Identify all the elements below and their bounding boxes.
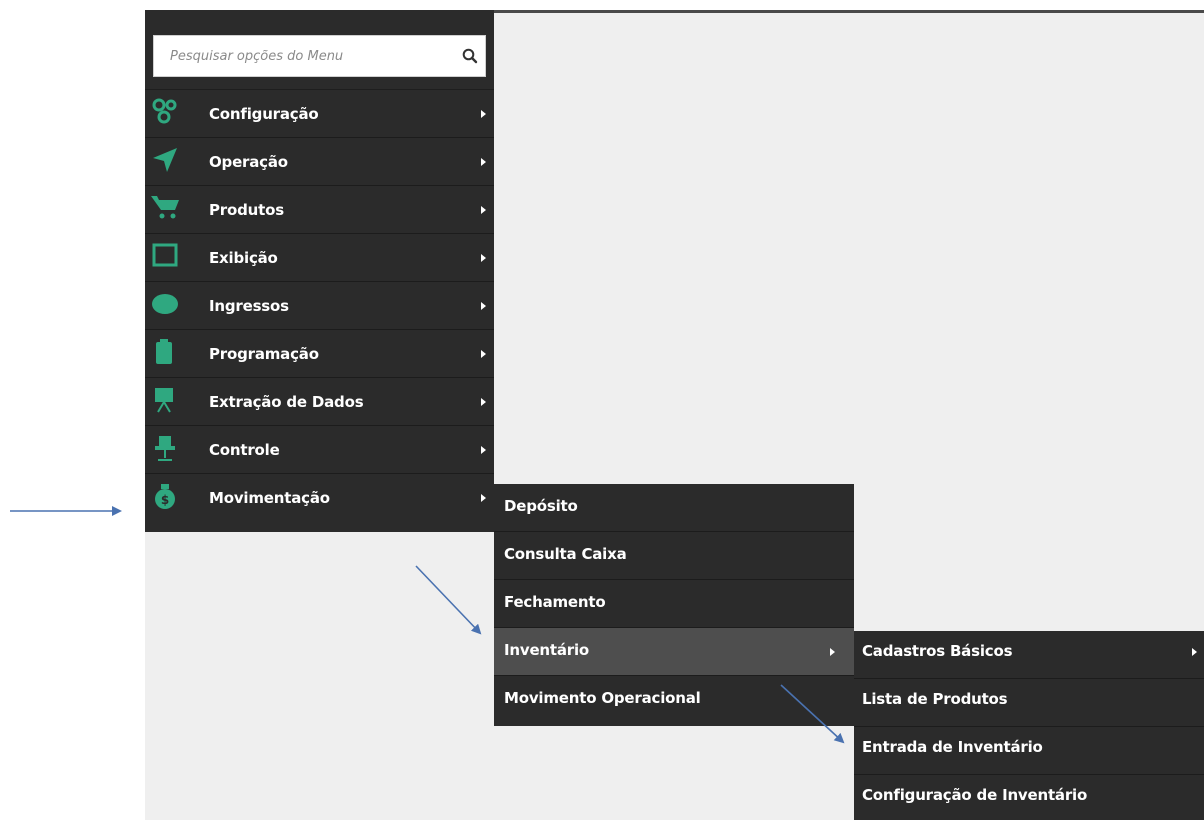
menu-item-produtos[interactable]: Produtos <box>145 186 494 234</box>
submenu-caret-icon <box>830 648 835 656</box>
menu-item-configuracao[interactable]: Configuração <box>145 90 494 138</box>
chair-icon <box>155 436 175 461</box>
ticket-icon <box>152 294 178 314</box>
submenu-movimentacao: Depósito Consulta Caixa Fechamento Inven… <box>494 484 854 726</box>
submenu-item-cadastros-basicos[interactable]: Cadastros Básicos <box>854 631 1204 679</box>
menu-item-ingressos[interactable]: Ingressos <box>145 282 494 330</box>
submenu-caret-icon <box>1192 648 1197 656</box>
menu-item-extracao-de-dados[interactable]: Extração de Dados <box>145 378 494 426</box>
search-icon[interactable] <box>461 47 479 65</box>
menu-item-label: Produtos <box>209 201 284 219</box>
menu-item-label: Controle <box>209 441 280 459</box>
menu-item-programacao[interactable]: Programação <box>145 330 494 378</box>
submenu-item-label: Entrada de Inventário <box>862 738 1043 756</box>
submenu-caret-icon <box>481 446 486 454</box>
submenu-caret-icon <box>481 206 486 214</box>
menu-item-label: Ingressos <box>209 297 289 315</box>
submenu-item-label: Consulta Caixa <box>504 545 627 563</box>
submenu-caret-icon <box>481 302 486 310</box>
submenu-caret-icon <box>481 158 486 166</box>
main-menu: Configuração Operação Produtos Exibição … <box>145 10 494 532</box>
submenu-item-label: Lista de Produtos <box>862 690 1008 708</box>
menu-item-label: Extração de Dados <box>209 393 364 411</box>
submenu-item-label: Fechamento <box>504 593 606 611</box>
submenu-caret-icon <box>481 398 486 406</box>
submenu-caret-icon <box>481 110 486 118</box>
location-arrow-icon <box>153 148 177 172</box>
submenu-item-label: Movimento Operacional <box>504 689 701 707</box>
submenu-item-configuracao-de-inventario[interactable]: Configuração de Inventário <box>854 775 1204 823</box>
submenu-item-movimento-operacional[interactable]: Movimento Operacional <box>494 676 854 724</box>
submenu-item-deposito[interactable]: Depósito <box>494 484 854 532</box>
menu-item-label: Movimentação <box>209 489 330 507</box>
menu-item-label: Configuração <box>209 105 319 123</box>
presentation-icon <box>155 388 173 413</box>
menu-search-area <box>145 10 494 90</box>
submenu-inventario: Cadastros Básicos Lista de Produtos Entr… <box>854 631 1204 820</box>
submenu-item-entrada-de-inventario[interactable]: Entrada de Inventário <box>854 727 1204 775</box>
menu-item-label: Exibição <box>209 249 278 267</box>
submenu-item-lista-de-produtos[interactable]: Lista de Produtos <box>854 679 1204 727</box>
submenu-caret-icon <box>481 494 486 502</box>
submenu-item-label: Configuração de Inventário <box>862 786 1088 804</box>
submenu-item-consulta-caixa[interactable]: Consulta Caixa <box>494 532 854 580</box>
menu-search-input[interactable] <box>154 36 454 76</box>
top-border-line <box>494 10 1204 13</box>
menu-item-movimentacao[interactable]: $ Movimentação <box>145 474 494 522</box>
submenu-item-inventario[interactable]: Inventário <box>494 628 854 676</box>
menu-search-box <box>153 35 486 77</box>
submenu-item-label: Depósito <box>504 497 578 515</box>
submenu-caret-icon <box>481 350 486 358</box>
gears-icon <box>152 98 177 124</box>
money-bag-icon: $ <box>155 484 175 509</box>
svg-text:$: $ <box>161 493 169 507</box>
menu-item-label: Operação <box>209 153 288 171</box>
submenu-item-fechamento[interactable]: Fechamento <box>494 580 854 628</box>
menu-item-controle[interactable]: Controle <box>145 426 494 474</box>
clipboard-icon <box>156 339 172 364</box>
shopping-cart-icon <box>151 196 179 219</box>
menu-item-label: Programação <box>209 345 319 363</box>
submenu-caret-icon <box>481 254 486 262</box>
menu-item-exibicao[interactable]: Exibição <box>145 234 494 282</box>
submenu-item-label: Cadastros Básicos <box>862 642 1013 660</box>
menu-item-operacao[interactable]: Operação <box>145 138 494 186</box>
submenu-item-label: Inventário <box>504 641 590 659</box>
screen-icon <box>152 243 178 267</box>
